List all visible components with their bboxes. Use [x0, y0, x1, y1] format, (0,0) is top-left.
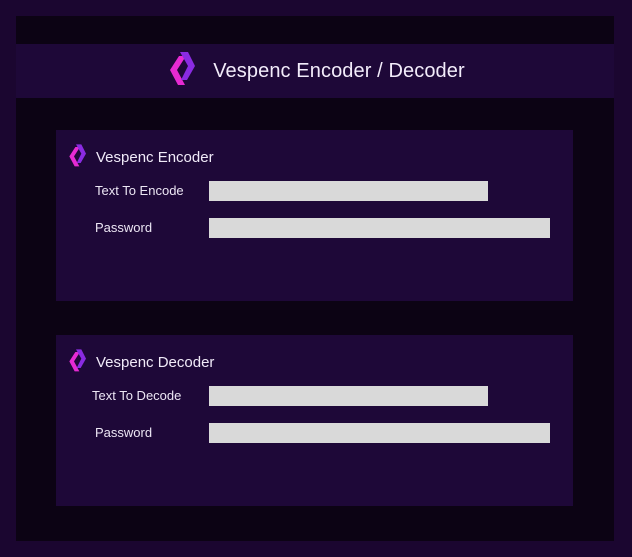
header-bar: Vespenc Encoder / Decoder	[16, 44, 614, 98]
decode-password-label: Password	[95, 425, 153, 440]
decode-text-input[interactable]	[209, 386, 488, 406]
decode-password-input[interactable]	[209, 423, 550, 443]
decode-text-label: Text To Decode	[92, 388, 182, 403]
decoder-title: Vespenc Decoder	[96, 353, 215, 371]
encoder-panel-header: Vespenc Encoder	[66, 143, 214, 171]
encode-text-label: Text To Encode	[95, 183, 184, 198]
top-strip	[16, 16, 614, 44]
encode-password-input[interactable]	[209, 218, 550, 238]
encode-text-input[interactable]	[209, 181, 488, 201]
encoder-panel: Vespenc Encoder Text To Encode Password	[56, 130, 573, 301]
app-window: Vespenc Encoder / Decoder Vespenc Encode…	[0, 0, 632, 557]
main-content: Vespenc Encoder Text To Encode Password …	[16, 98, 614, 541]
encoder-title: Vespenc Encoder	[96, 148, 214, 166]
page-title: Vespenc Encoder / Decoder	[213, 59, 465, 82]
decoder-panel: Vespenc Decoder Text To Decode Password	[56, 335, 573, 506]
vespenc-logo-icon	[66, 348, 86, 376]
encode-password-label: Password	[95, 220, 153, 235]
header-inner: Vespenc Encoder / Decoder	[165, 50, 465, 92]
vespenc-logo-icon	[66, 143, 86, 171]
vespenc-logo-icon	[165, 50, 196, 92]
decoder-panel-header: Vespenc Decoder	[66, 348, 214, 376]
